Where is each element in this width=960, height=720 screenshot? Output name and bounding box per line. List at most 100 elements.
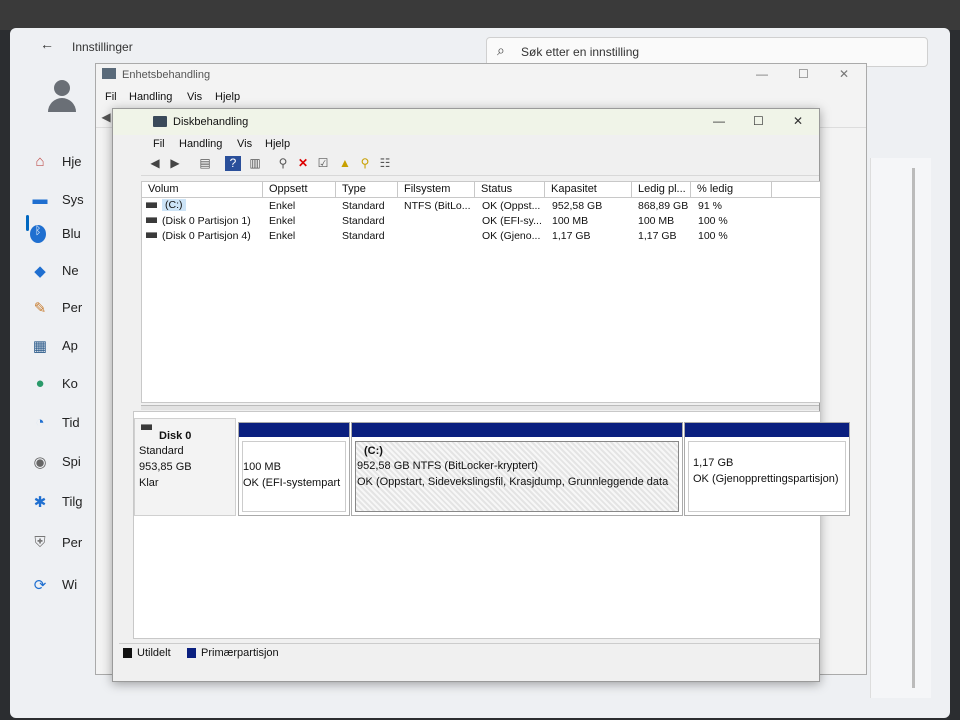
time-icon: ◔ <box>35 414 45 431</box>
cell-type: Standard <box>342 200 385 212</box>
cell-kapasitet: 1,17 GB <box>552 230 591 242</box>
menu-handling[interactable]: Handling <box>129 91 172 103</box>
nav-label: Blu <box>62 226 81 241</box>
disk-icon <box>141 424 152 430</box>
disk-management-window: Diskbehandling — ☐ ✕ Fil Handling Vis Hj… <box>112 108 850 682</box>
cell-status: OK (Oppst... <box>482 200 541 212</box>
column-header-filler <box>772 182 820 198</box>
volume-name: (C:) <box>162 199 186 211</box>
cell-oppsett: Enkel <box>269 200 296 212</box>
nav-label: Wi <box>62 577 78 592</box>
header-label: % ledig <box>697 183 734 195</box>
volume-icon <box>146 202 157 208</box>
delete-icon[interactable]: ✕ <box>295 156 311 171</box>
close-icon[interactable]: ✕ <box>839 67 849 81</box>
column-header-status[interactable]: Status <box>475 182 545 198</box>
console-tree-icon[interactable]: ▤ <box>197 156 213 171</box>
volume-name: (Disk 0 Partisjon 1) <box>162 215 251 227</box>
cell-kapasitet: 100 MB <box>552 215 589 227</box>
minimize-icon[interactable]: — <box>713 114 725 128</box>
cell-oppsett: Enkel <box>269 230 296 242</box>
menu-handling[interactable]: Handling <box>179 138 222 150</box>
nav-label: Tid <box>62 415 80 430</box>
column-header-oppsett[interactable]: Oppsett <box>263 182 336 198</box>
partition-status: OK (Oppstart, Sidevekslingsfil, Krasjdum… <box>357 476 669 488</box>
connect-icon[interactable]: ⚲ <box>275 156 291 171</box>
menu-hjelp[interactable]: Hjelp <box>215 91 240 103</box>
gaming-icon: ◉ <box>33 454 47 471</box>
menu-vis[interactable]: Vis <box>237 138 252 150</box>
checklist-icon[interactable]: ☑ <box>315 156 331 171</box>
header-label: Filsystem <box>404 183 451 195</box>
cell-prosent: 91 % <box>698 200 722 212</box>
back-icon[interactable]: ◀ <box>147 156 163 171</box>
column-header-ledig-plass[interactable]: Ledig pl... <box>632 182 691 198</box>
partition-efi[interactable]: 100 MB OK (EFI-systempart <box>238 422 350 516</box>
disk-management-icon <box>153 116 167 127</box>
column-header-volum[interactable]: Volum <box>142 182 263 198</box>
disk-management-titlebar[interactable]: Diskbehandling — ☐ ✕ <box>113 109 819 135</box>
nav-label: Per <box>62 535 83 550</box>
disk-graphical-view: Disk 0 Standard 953,85 GB Klar 100 MB OK… <box>133 411 850 639</box>
nav-label: Hje <box>62 154 82 169</box>
pane-splitter[interactable] <box>141 405 819 410</box>
column-header-prosent-ledig[interactable]: % ledig <box>691 182 772 198</box>
search-folder-icon[interactable]: ⚲ <box>357 156 373 171</box>
folder-up-icon[interactable]: ▲ <box>337 156 353 171</box>
nav-label: Ne <box>62 263 79 278</box>
column-header-kapasitet[interactable]: Kapasitet <box>545 182 632 198</box>
home-icon: ⌂ <box>35 153 45 170</box>
search-icon: ⌕ <box>497 42 505 58</box>
nav-label: Ap <box>62 338 78 353</box>
settings-scrollbar[interactable] <box>912 168 915 688</box>
disk-management-title: Diskbehandling <box>173 116 249 128</box>
partition-c[interactable]: (C:) 952,58 GB NTFS (BitLocker-kryptert)… <box>351 422 683 516</box>
nav-active-indicator <box>26 215 29 231</box>
cell-ledig: 100 MB <box>638 215 675 227</box>
partition-recovery[interactable]: 1,17 GB OK (Gjenopprettingspartisjon) <box>684 422 850 516</box>
user-avatar-icon[interactable] <box>48 80 76 114</box>
list-view-icon[interactable]: ☷ <box>377 156 393 171</box>
menu-hjelp[interactable]: Hjelp <box>265 138 290 150</box>
menu-fil[interactable]: Fil <box>153 138 165 150</box>
forward-icon[interactable]: ▶ <box>167 156 183 171</box>
header-label: Ledig pl... <box>638 183 686 195</box>
windows-update-icon: ⟳ <box>33 577 47 594</box>
maximize-icon[interactable]: ☐ <box>798 67 809 81</box>
network-icon: ◆ <box>34 263 46 280</box>
partition-size: 952,58 GB NTFS (BitLocker-kryptert) <box>357 460 538 472</box>
back-arrow-icon[interactable]: ← <box>40 36 54 52</box>
avatar-body <box>48 98 76 112</box>
primary-partition-bar <box>239 423 349 437</box>
nav-label: Per <box>62 300 83 315</box>
minimize-icon[interactable]: — <box>756 67 768 81</box>
legend-label-primary: Primærpartisjon <box>201 647 279 659</box>
nav-label: Ko <box>62 376 78 391</box>
column-header-type[interactable]: Type <box>336 182 398 198</box>
help-icon[interactable]: ? <box>225 156 241 171</box>
settings-title: Innstillinger <box>72 40 133 54</box>
volume-icon <box>146 232 157 238</box>
legend-swatch-unallocated <box>123 648 132 658</box>
search-placeholder: Søk etter en innstilling <box>521 45 640 59</box>
disk-management-menubar: Fil Handling Vis Hjelp <box>113 135 819 153</box>
partition-title: (C:) <box>364 445 383 457</box>
menu-vis[interactable]: Vis <box>187 91 202 103</box>
nav-label: Spi <box>62 454 81 469</box>
menu-fil[interactable]: Fil <box>105 91 117 103</box>
disk-0-label[interactable]: Disk 0 Standard 953,85 GB Klar <box>134 418 236 516</box>
partition-status: OK (Gjenopprettingspartisjon) <box>693 473 839 485</box>
disk-state: Klar <box>139 477 159 489</box>
device-manager-icon <box>102 68 116 79</box>
apps-icon: ▦ <box>32 338 48 355</box>
close-icon[interactable]: ✕ <box>793 114 803 128</box>
cell-prosent: 100 % <box>698 230 728 242</box>
device-manager-title: Enhetsbehandling <box>122 69 211 81</box>
partition-size: 100 MB <box>243 461 281 473</box>
cell-kapasitet: 952,58 GB <box>552 200 603 212</box>
personalization-icon: ✎ <box>33 300 47 317</box>
settings-content-panel <box>870 158 931 698</box>
column-header-filsystem[interactable]: Filsystem <box>398 182 475 198</box>
properties-icon[interactable]: ▥ <box>247 156 263 171</box>
maximize-icon[interactable]: ☐ <box>753 114 764 128</box>
